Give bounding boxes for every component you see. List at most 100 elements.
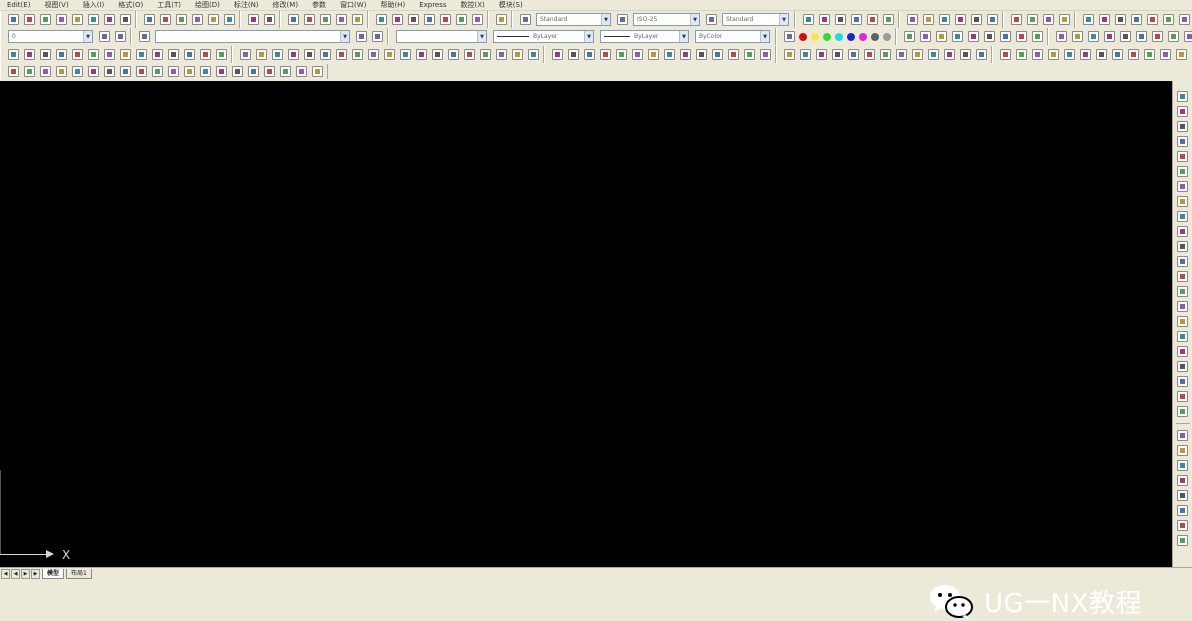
- side-tool-23-icon[interactable]: [1177, 430, 1188, 441]
- draw-tool-2-icon[interactable]: [24, 49, 35, 60]
- match-properties-icon[interactable]: [356, 31, 367, 42]
- view-tool-5-icon[interactable]: [971, 14, 982, 25]
- dimension-tool-8-icon[interactable]: [664, 49, 675, 60]
- custom-b-tool-3-icon[interactable]: [936, 31, 947, 42]
- custom-e-tool-11-icon[interactable]: [168, 66, 179, 77]
- custom-e-tool-14-icon[interactable]: [216, 66, 227, 77]
- pan-zoom-tool-2-icon[interactable]: [304, 14, 315, 25]
- custom-a-tool-5-icon[interactable]: [1147, 14, 1158, 25]
- workspace-select[interactable]: ▼: [155, 30, 350, 43]
- modify-tool-12-icon[interactable]: [416, 49, 427, 60]
- chevron-down-icon[interactable]: ▼: [83, 31, 92, 42]
- custom-e-tool-12-icon[interactable]: [184, 66, 195, 77]
- linetype-select[interactable]: ByLayer ▼: [493, 30, 594, 43]
- side-tool-24-icon[interactable]: [1177, 445, 1188, 456]
- modify-tool-10-icon[interactable]: [384, 49, 395, 60]
- help-tool-1-icon[interactable]: [496, 14, 507, 25]
- standard-tool-6-icon[interactable]: [88, 14, 99, 25]
- properties-tool-4-icon[interactable]: [424, 14, 435, 25]
- side-tool-22-icon[interactable]: [1177, 406, 1188, 417]
- menu-item-3[interactable]: 格式(O): [111, 0, 150, 10]
- properties-tool-7-icon[interactable]: [472, 14, 483, 25]
- draw-tool-10-icon[interactable]: [152, 49, 163, 60]
- color-swatch-6[interactable]: [859, 33, 867, 41]
- custom-c-tool-4-icon[interactable]: [1104, 31, 1115, 42]
- menu-item-4[interactable]: 工具(T): [150, 0, 188, 10]
- clipboard-tool-6-icon[interactable]: [224, 14, 235, 25]
- side-tool-27-icon[interactable]: [1177, 490, 1188, 501]
- clipboard-tool-4-icon[interactable]: [192, 14, 203, 25]
- custom-d-tool-11-icon[interactable]: [1160, 49, 1171, 60]
- side-tool-3-icon[interactable]: [1177, 121, 1188, 132]
- custom-e-tool-16-icon[interactable]: [248, 66, 259, 77]
- text-style-select[interactable]: Standard ▼: [536, 13, 611, 26]
- properties-tool-5-icon[interactable]: [440, 14, 451, 25]
- custom-e-tool-9-icon[interactable]: [136, 66, 147, 77]
- menu-item-1[interactable]: 视图(V): [37, 0, 75, 10]
- custom-c-tool-8-icon[interactable]: [1168, 31, 1179, 42]
- side-tool-30-icon[interactable]: [1177, 535, 1188, 546]
- pan-zoom-tool-3-icon[interactable]: [320, 14, 331, 25]
- tab-model[interactable]: 模型: [42, 569, 64, 579]
- layer-color-select[interactable]: ▼: [396, 30, 487, 43]
- custom-a-tool-3-icon[interactable]: [1115, 14, 1126, 25]
- custom-b-tool-6-icon[interactable]: [984, 31, 995, 42]
- side-tool-11-icon[interactable]: [1177, 241, 1188, 252]
- modify-tool-13-icon[interactable]: [432, 49, 443, 60]
- clipboard-tool-2-icon[interactable]: [160, 14, 171, 25]
- color-swatch-4[interactable]: [835, 33, 843, 41]
- object-snap-tool-3-icon[interactable]: [816, 49, 827, 60]
- modify-tool-9-icon[interactable]: [368, 49, 379, 60]
- custom-d-tool-8-icon[interactable]: [1112, 49, 1123, 60]
- custom-d-tool-1-icon[interactable]: [1000, 49, 1011, 60]
- custom-d-tool-4-icon[interactable]: [1048, 49, 1059, 60]
- view-tool-4-icon[interactable]: [955, 14, 966, 25]
- inquiry-tool-3-icon[interactable]: [1043, 14, 1054, 25]
- custom-c-tool-7-icon[interactable]: [1152, 31, 1163, 42]
- side-tool-15-icon[interactable]: [1177, 301, 1188, 312]
- custom-d-tool-9-icon[interactable]: [1128, 49, 1139, 60]
- layer-select[interactable]: 0 ▼: [8, 30, 93, 43]
- custom-d-tool-3-icon[interactable]: [1032, 49, 1043, 60]
- modify-tool-8-icon[interactable]: [352, 49, 363, 60]
- modify-tool-7-icon[interactable]: [336, 49, 347, 60]
- modify-tool-16-icon[interactable]: [480, 49, 491, 60]
- object-snap-tool-5-icon[interactable]: [848, 49, 859, 60]
- object-snap-tool-7-icon[interactable]: [880, 49, 891, 60]
- menu-item-8[interactable]: 参数: [305, 0, 333, 10]
- side-tool-5-icon[interactable]: [1177, 151, 1188, 162]
- custom-e-tool-2-icon[interactable]: [24, 66, 35, 77]
- layer-previous-icon[interactable]: [115, 31, 126, 42]
- modify-tool-1-icon[interactable]: [240, 49, 251, 60]
- custom-a-tool-1-icon[interactable]: [1083, 14, 1094, 25]
- side-tool-17-icon[interactable]: [1177, 331, 1188, 342]
- chevron-down-icon[interactable]: ▼: [760, 31, 769, 42]
- custom-c-tool-6-icon[interactable]: [1136, 31, 1147, 42]
- lineweight-select[interactable]: ByLayer ▼: [600, 30, 689, 43]
- inquiry-tool-2-icon[interactable]: [1027, 14, 1038, 25]
- side-tool-16-icon[interactable]: [1177, 316, 1188, 327]
- custom-e-tool-10-icon[interactable]: [152, 66, 163, 77]
- draw-tool-5-icon[interactable]: [72, 49, 83, 60]
- custom-e-tool-18-icon[interactable]: [280, 66, 291, 77]
- custom-b-tool-4-icon[interactable]: [952, 31, 963, 42]
- side-tool-4-icon[interactable]: [1177, 136, 1188, 147]
- object-snap-tool-1-icon[interactable]: [784, 49, 795, 60]
- pan-zoom-tool-1-icon[interactable]: [288, 14, 299, 25]
- chevron-down-icon[interactable]: ▼: [584, 31, 593, 42]
- object-snap-tool-8-icon[interactable]: [896, 49, 907, 60]
- custom-e-tool-1-icon[interactable]: [8, 66, 19, 77]
- custom-a-tool-7-icon[interactable]: [1179, 14, 1190, 25]
- table-style-select[interactable]: Standard ▼: [722, 13, 789, 26]
- custom-e-tool-13-icon[interactable]: [200, 66, 211, 77]
- menu-item-13[interactable]: 模块(S): [492, 0, 530, 10]
- plot-style-select[interactable]: ByColor ▼: [695, 30, 770, 43]
- dimension-tool-11-icon[interactable]: [712, 49, 723, 60]
- tab-last-arrow-icon[interactable]: ▶: [31, 569, 40, 579]
- custom-d-tool-5-icon[interactable]: [1064, 49, 1075, 60]
- side-tool-21-icon[interactable]: [1177, 391, 1188, 402]
- custom-b-tool-5-icon[interactable]: [968, 31, 979, 42]
- side-tool-6-icon[interactable]: [1177, 166, 1188, 177]
- draw-tool-14-icon[interactable]: [216, 49, 227, 60]
- color-swatch-2[interactable]: [811, 33, 819, 41]
